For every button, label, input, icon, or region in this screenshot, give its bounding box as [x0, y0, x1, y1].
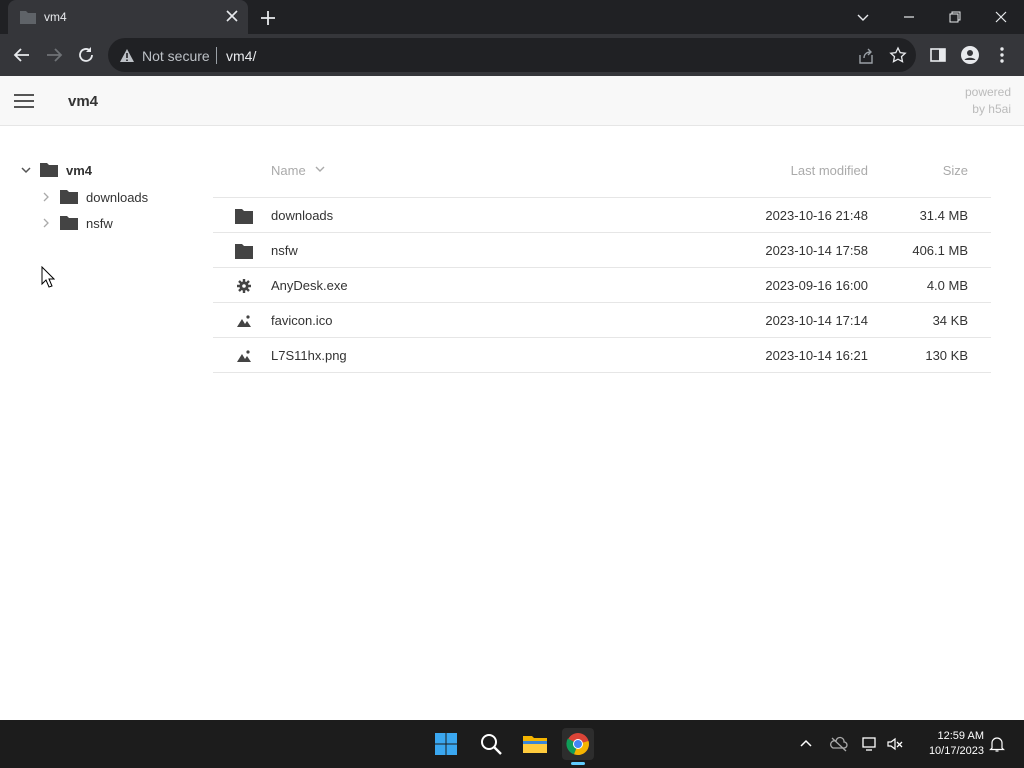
- address-bar[interactable]: Not secure vm4/: [108, 38, 916, 72]
- breadcrumb[interactable]: vm4: [68, 93, 98, 110]
- side-panel-icon[interactable]: [928, 45, 948, 65]
- share-icon[interactable]: [857, 47, 875, 65]
- folder-icon: [60, 190, 78, 204]
- file-explorer-icon[interactable]: [519, 728, 551, 760]
- menu-kebab-icon[interactable]: [992, 45, 1012, 65]
- search-icon[interactable]: [475, 728, 507, 760]
- volume-muted-icon[interactable]: [886, 735, 904, 753]
- item-name[interactable]: downloads: [271, 208, 333, 223]
- hamburger-menu-icon[interactable]: [14, 94, 34, 108]
- bookmark-star-icon[interactable]: [889, 46, 907, 64]
- browser-tab-strip: vm4: [0, 0, 1024, 34]
- list-item[interactable]: AnyDesk.exe 2023-09-16 16:00 4.0 MB: [213, 268, 991, 303]
- onedrive-offline-icon[interactable]: [830, 735, 848, 753]
- warning-icon[interactable]: [119, 48, 135, 63]
- taskbar: 12:59 AM 10/17/2023: [0, 720, 1024, 768]
- address-divider: [216, 47, 217, 64]
- folder-icon: [235, 244, 253, 259]
- reload-icon[interactable]: [76, 45, 96, 65]
- browser-toolbar: Not secure vm4/: [0, 34, 1024, 76]
- page-header: vm4 powered by h5ai: [0, 76, 1024, 126]
- restore-button[interactable]: [944, 6, 966, 28]
- tab-title: vm4: [44, 10, 67, 24]
- tree-item-nsfw[interactable]: nsfw: [40, 212, 113, 234]
- chevron-right-icon[interactable]: [40, 191, 52, 203]
- minimize-button[interactable]: [898, 6, 920, 28]
- item-size: 406.1 MB: [912, 243, 968, 258]
- folder-tree: vm4 downloads nsfw: [0, 126, 210, 720]
- forward-arrow-icon[interactable]: [44, 45, 64, 65]
- tree-item-label: vm4: [66, 162, 93, 178]
- chevron-up-icon[interactable]: [797, 735, 815, 753]
- item-modified: 2023-10-14 17:58: [765, 243, 868, 258]
- tree-item-label: nsfw: [86, 215, 113, 231]
- windows-start-icon[interactable]: [430, 728, 462, 760]
- image-icon: [237, 350, 251, 362]
- item-name[interactable]: L7S11hx.png: [271, 348, 347, 363]
- tree-item-label: downloads: [86, 189, 149, 205]
- sort-chevron-down-icon[interactable]: [315, 165, 325, 173]
- item-name[interactable]: favicon.ico: [271, 313, 332, 328]
- active-app-indicator: [571, 762, 585, 765]
- item-name[interactable]: nsfw: [271, 243, 298, 258]
- item-size: 4.0 MB: [926, 278, 968, 293]
- column-header-last-modified[interactable]: Last modified: [791, 163, 868, 178]
- item-size: 34 KB: [932, 313, 968, 328]
- item-modified: 2023-10-14 17:14: [765, 313, 868, 328]
- browser-tab[interactable]: vm4: [8, 0, 248, 34]
- system-clock[interactable]: 12:59 AM 10/17/2023: [910, 729, 984, 759]
- list-item[interactable]: favicon.ico 2023-10-14 17:14 34 KB: [213, 303, 991, 338]
- file-listing: Name Last modified Size downloads 2023-1…: [213, 150, 991, 373]
- folder-icon: [235, 209, 253, 224]
- network-icon[interactable]: [861, 735, 879, 753]
- item-modified: 2023-10-14 16:21: [765, 348, 868, 363]
- powered-line-1: powered: [964, 85, 1011, 99]
- list-item[interactable]: nsfw 2023-10-14 17:58 406.1 MB: [213, 233, 991, 268]
- list-item[interactable]: L7S11hx.png 2023-10-14 16:21 130 KB: [213, 338, 991, 373]
- profile-avatar-icon[interactable]: [960, 45, 980, 65]
- folder-icon: [40, 163, 58, 177]
- item-size: 31.4 MB: [919, 208, 968, 223]
- chrome-taskbar-button[interactable]: [562, 728, 594, 760]
- url-text[interactable]: vm4/: [226, 48, 256, 64]
- folder-icon: [20, 11, 36, 24]
- tree-item-root[interactable]: vm4: [20, 159, 92, 181]
- clock-date: 10/17/2023: [928, 745, 984, 757]
- item-modified: 2023-10-16 21:48: [765, 208, 868, 223]
- item-modified: 2023-09-16 16:00: [765, 278, 868, 293]
- chevron-down-icon[interactable]: [20, 164, 32, 176]
- notification-bell-icon[interactable]: [988, 735, 1006, 753]
- list-item[interactable]: downloads 2023-10-16 21:48 31.4 MB: [213, 198, 991, 233]
- column-header-name[interactable]: Name: [271, 163, 306, 178]
- folder-icon: [60, 216, 78, 230]
- tab-search-chevron-icon[interactable]: [852, 6, 874, 28]
- mouse-cursor-icon: [41, 266, 55, 288]
- chevron-right-icon[interactable]: [40, 217, 52, 229]
- window-close-button[interactable]: [990, 6, 1012, 28]
- back-arrow-icon[interactable]: [12, 45, 32, 65]
- item-size: 130 KB: [925, 348, 968, 363]
- close-icon[interactable]: [224, 8, 240, 24]
- image-icon: [237, 315, 251, 327]
- column-header-size[interactable]: Size: [943, 163, 968, 178]
- item-name[interactable]: AnyDesk.exe: [271, 278, 348, 293]
- clock-time: 12:59 AM: [937, 730, 984, 742]
- security-label[interactable]: Not secure: [142, 48, 210, 64]
- tree-item-downloads[interactable]: downloads: [40, 186, 148, 208]
- powered-line-2: by h5ai: [972, 102, 1011, 116]
- listing-header: Name Last modified Size: [213, 150, 991, 198]
- chrome-icon: [566, 733, 589, 756]
- gear-icon: [237, 279, 251, 293]
- new-tab-button[interactable]: [258, 8, 278, 28]
- powered-by-link[interactable]: powered by h5ai: [965, 84, 1011, 118]
